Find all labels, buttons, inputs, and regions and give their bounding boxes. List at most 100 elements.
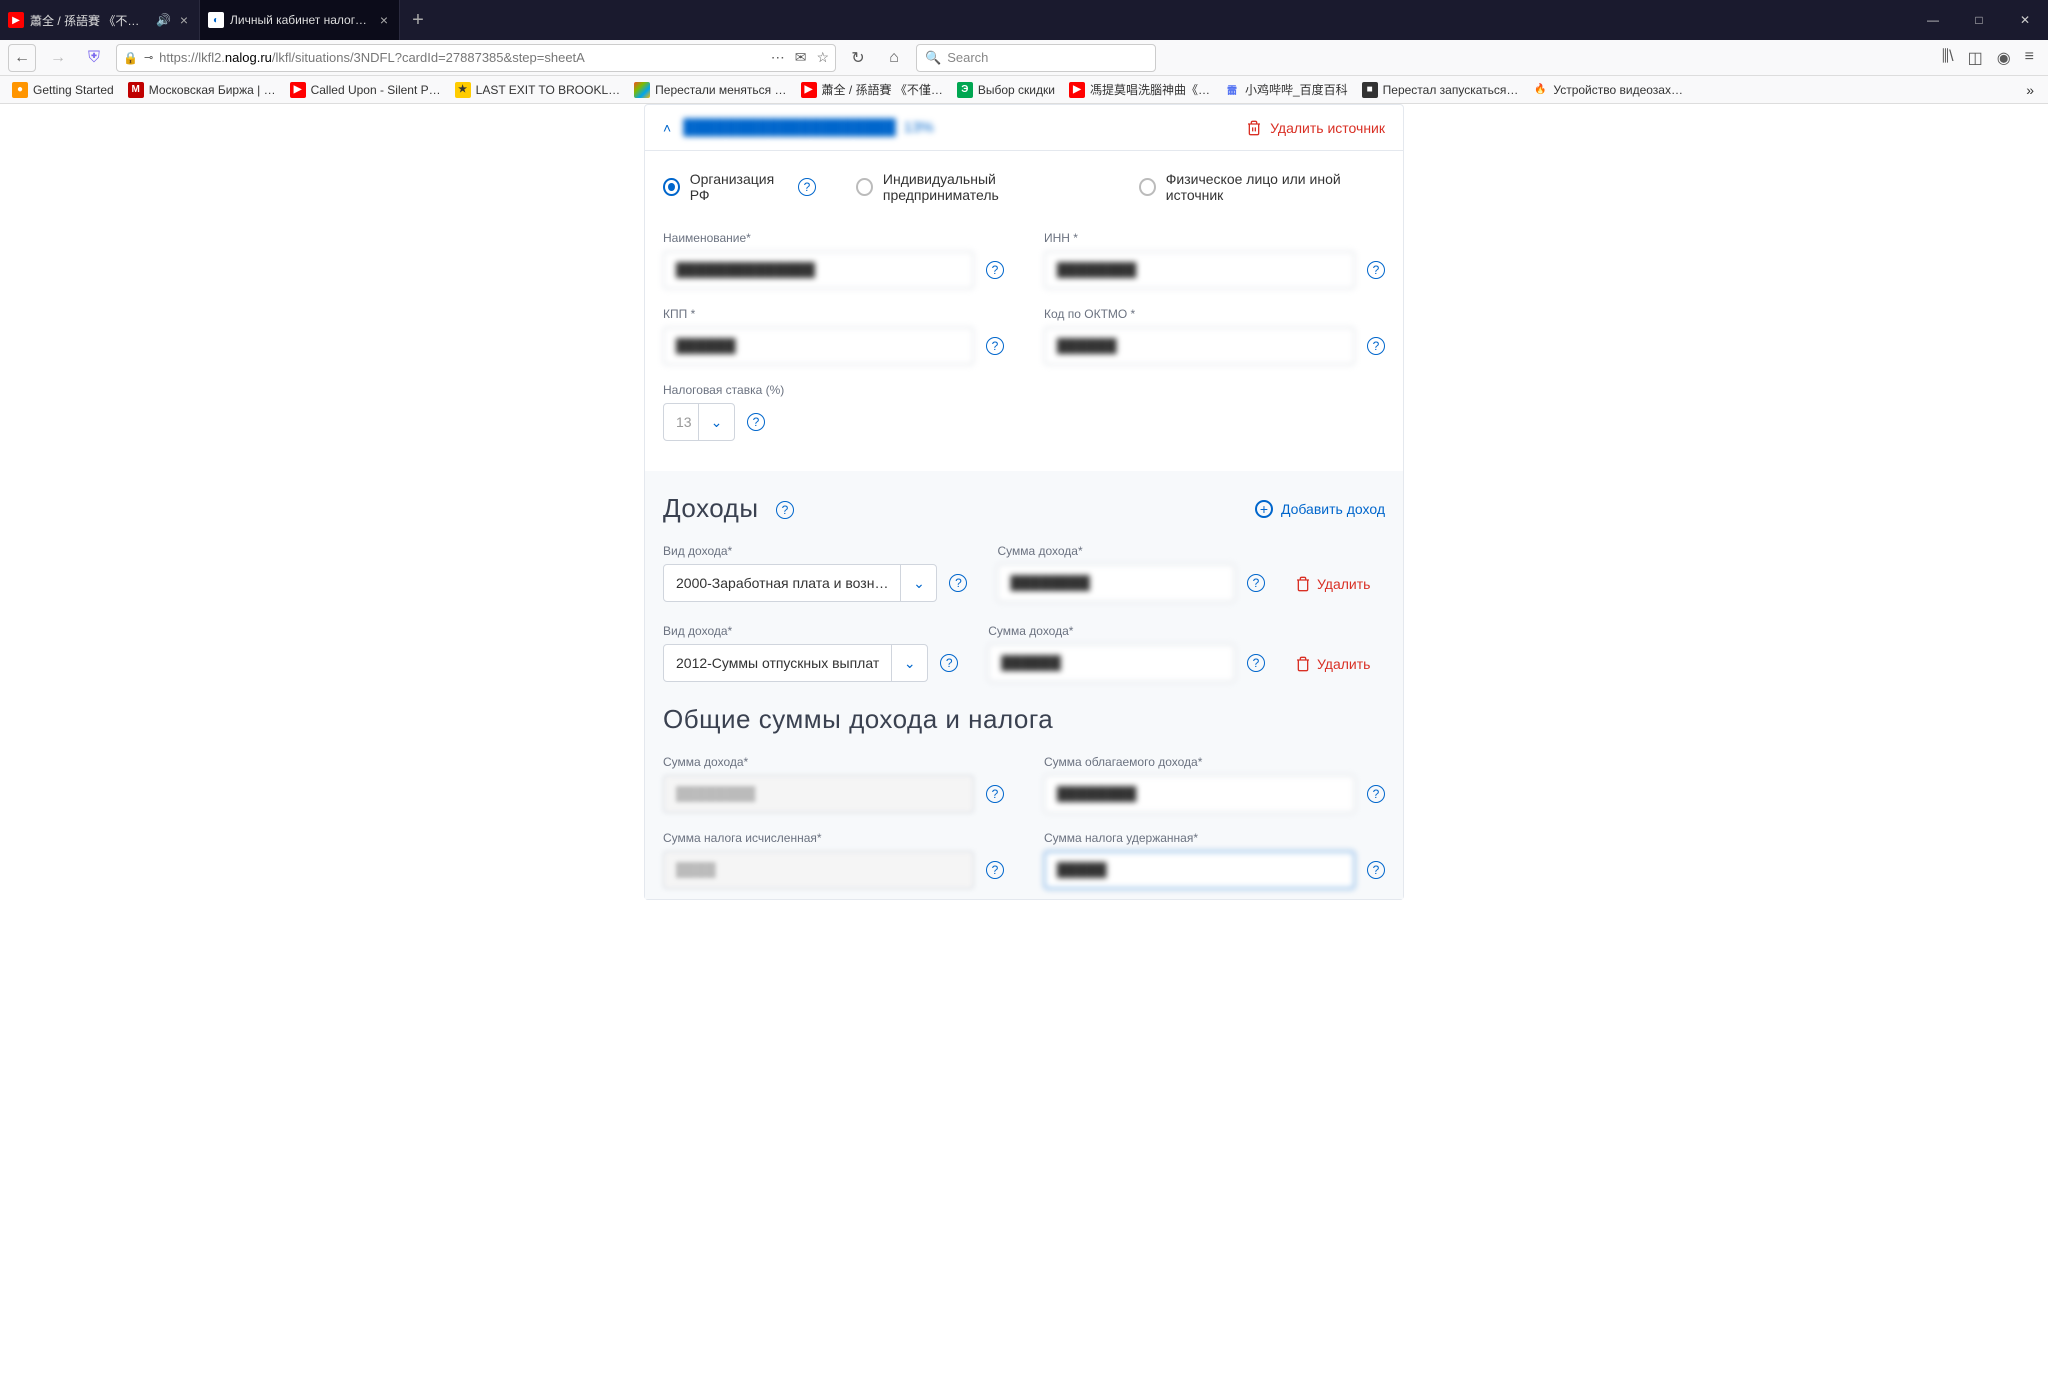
name-input[interactable] xyxy=(663,251,974,289)
lock-icon: 🔒 xyxy=(123,51,138,65)
help-icon[interactable]: ? xyxy=(776,501,794,519)
totals-title: Общие суммы дохода и налога xyxy=(663,704,1385,735)
bookmarks-bar: ●Getting Started MМосковская Биржа | … ▶… xyxy=(0,76,2048,104)
menu-icon[interactable]: ≡ xyxy=(2025,48,2034,68)
help-icon[interactable]: ? xyxy=(986,261,1004,279)
trash-icon xyxy=(1246,120,1262,136)
back-button[interactable]: ← xyxy=(8,44,36,72)
field-taxable-income: Сумма облагаемого дохода* ? xyxy=(1044,755,1385,813)
bookmark-item[interactable]: 🔥Устройство видеозах… xyxy=(1528,80,1687,100)
help-icon[interactable]: ? xyxy=(798,178,816,196)
total-income-input xyxy=(663,775,974,813)
tax-withheld-input[interactable] xyxy=(1044,851,1355,889)
help-icon[interactable]: ? xyxy=(940,654,958,672)
income-type-select[interactable]: 2000-Заработная плата и возн… ⌄ xyxy=(663,564,937,602)
chevron-up-icon[interactable]: ˄ xyxy=(663,120,671,136)
home-button[interactable]: ⌂ xyxy=(880,44,908,72)
bookmark-item[interactable]: ★LAST EXIT TO BROOKL… xyxy=(451,80,625,100)
help-icon[interactable]: ? xyxy=(949,574,967,592)
income-amount-input[interactable] xyxy=(997,564,1235,602)
help-icon[interactable]: ? xyxy=(986,785,1004,803)
oktmo-input[interactable] xyxy=(1044,327,1355,365)
sidebar-icon[interactable]: ◫ xyxy=(1968,48,1983,68)
chevron-down-icon: ⌄ xyxy=(698,404,734,440)
help-icon[interactable]: ? xyxy=(1247,574,1265,592)
bookmark-item[interactable]: 霝小鸡哔哔_百度百科 xyxy=(1220,79,1352,100)
close-icon[interactable]: × xyxy=(177,13,191,27)
bookmark-item[interactable]: ▶Called Upon - Silent P… xyxy=(286,80,445,100)
library-icon[interactable]: ⫼\ xyxy=(1942,48,1954,68)
field-oktmo: Код по ОКТМО * ? xyxy=(1044,307,1385,365)
baidu-icon: 霝 xyxy=(1224,82,1240,98)
help-icon[interactable]: ? xyxy=(986,337,1004,355)
maximize-button[interactable]: □ xyxy=(1956,0,2002,40)
tab-title: Личный кабинет налогоплате… xyxy=(230,13,371,27)
close-icon[interactable]: × xyxy=(377,13,391,27)
income-amount-input[interactable] xyxy=(988,644,1235,682)
forward-button[interactable]: → xyxy=(44,44,72,72)
radio-org[interactable]: Организация РФ ? xyxy=(663,171,816,203)
new-tab-button[interactable]: + xyxy=(400,9,436,32)
minimize-button[interactable]: — xyxy=(1910,0,1956,40)
radio-icon xyxy=(856,178,873,196)
radio-other[interactable]: Физическое лицо или иной источник xyxy=(1139,171,1385,203)
delete-income-button[interactable]: Удалить xyxy=(1295,576,1385,602)
bookmark-star-icon[interactable]: ☆ xyxy=(816,49,829,66)
incomes-section: Доходы ? + Добавить доход Вид дохода* 20… xyxy=(645,471,1403,899)
tax-rate-select[interactable]: 13 ⌄ xyxy=(663,403,735,441)
url-text: https://lkfl2.nalog.ru/lkfl/situations/3… xyxy=(159,50,765,65)
incomes-title: Доходы ? xyxy=(663,493,794,524)
close-window-button[interactable]: ✕ xyxy=(2002,0,2048,40)
delete-income-button[interactable]: Удалить xyxy=(1295,656,1385,682)
bookmark-item[interactable]: ●Getting Started xyxy=(8,80,118,100)
help-icon[interactable]: ? xyxy=(1367,785,1385,803)
audio-icon[interactable]: 🔊 xyxy=(156,13,171,27)
fns-icon: ◐ xyxy=(208,12,224,28)
help-icon[interactable]: ? xyxy=(747,413,765,431)
browser-tab[interactable]: ▶ 蕭全 / 孫語賽 《不僅僅是喜… 🔊 × xyxy=(0,0,200,40)
search-placeholder: Search xyxy=(947,50,988,65)
bookmarks-overflow[interactable]: » xyxy=(2020,82,2040,98)
page-viewport[interactable]: ˄ ████████████████████13% Удалить источн… xyxy=(0,104,2048,1373)
panel-header: ˄ ████████████████████13% Удалить источн… xyxy=(645,105,1403,151)
income-type-select[interactable]: 2012-Суммы отпускных выплат ⌄ xyxy=(663,644,928,682)
trash-icon xyxy=(1295,656,1311,672)
help-icon[interactable]: ? xyxy=(1367,861,1385,879)
help-icon[interactable]: ? xyxy=(1367,261,1385,279)
browser-tab-active[interactable]: ◐ Личный кабинет налогоплате… × xyxy=(200,0,400,40)
bookmark-item[interactable]: ▶馮提莫唱洗腦神曲《… xyxy=(1065,79,1214,100)
reader-icon[interactable]: ✉ xyxy=(795,49,807,66)
bookmark-item[interactable]: Перестали меняться … xyxy=(630,80,790,100)
kpp-input[interactable] xyxy=(663,327,974,365)
bookmark-item[interactable]: ЭВыбор скидки xyxy=(953,80,1059,100)
youtube-icon: ▶ xyxy=(8,12,24,28)
search-box[interactable]: 🔍 Search xyxy=(916,44,1156,72)
income-row: Вид дохода* 2000-Заработная плата и возн… xyxy=(663,544,1385,602)
help-icon[interactable]: ? xyxy=(986,861,1004,879)
firefox-icon: ● xyxy=(12,82,28,98)
add-income-button[interactable]: + Добавить доход xyxy=(1255,500,1385,518)
more-icon[interactable]: ⋯ xyxy=(771,49,785,66)
eldorado-icon: Э xyxy=(957,82,973,98)
help-icon[interactable]: ? xyxy=(1247,654,1265,672)
inn-input[interactable] xyxy=(1044,251,1355,289)
moex-icon: M xyxy=(128,82,144,98)
window-controls: — □ ✕ xyxy=(1910,0,2048,40)
account-icon[interactable]: ◉ xyxy=(1997,48,2011,68)
field-tax-calculated: Сумма налога исчисленная* ? xyxy=(663,831,1004,889)
bookmark-item[interactable]: MМосковская Биржа | … xyxy=(124,80,280,100)
bookmark-item[interactable]: ▶蕭全 / 孫語賽 《不僅… xyxy=(797,79,947,100)
fire-icon: 🔥 xyxy=(1532,82,1548,98)
taxable-income-input[interactable] xyxy=(1044,775,1355,813)
field-inn: ИНН * ? xyxy=(1044,231,1385,289)
radio-ip[interactable]: Индивидуальный предприниматель xyxy=(856,171,1099,203)
browser-navbar: ← → ⛨ 🔒 ⊸ https://lkfl2.nalog.ru/lkfl/si… xyxy=(0,40,2048,76)
reload-button[interactable]: ↻ xyxy=(844,44,872,72)
help-icon[interactable]: ? xyxy=(1367,337,1385,355)
permissions-icon: ⊸ xyxy=(144,51,153,64)
url-bar[interactable]: 🔒 ⊸ https://lkfl2.nalog.ru/lkfl/situatio… xyxy=(116,44,836,72)
delete-source-button[interactable]: Удалить источник xyxy=(1246,120,1385,136)
shield-icon[interactable]: ⛨ xyxy=(80,44,108,72)
source-type-radios: Организация РФ ? Индивидуальный предприн… xyxy=(663,171,1385,203)
bookmark-item[interactable]: ■Перестал запускаться… xyxy=(1358,80,1523,100)
